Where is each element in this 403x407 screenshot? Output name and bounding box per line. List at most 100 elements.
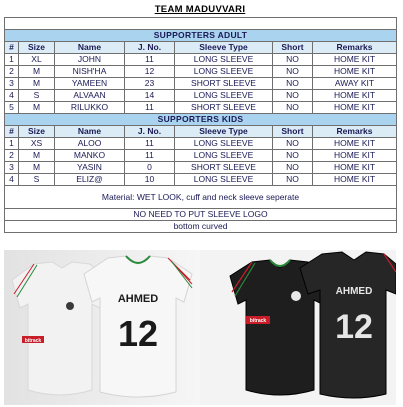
bottom-note: bottom curved — [3, 220, 398, 233]
jersey-mockup-image: bitrack AHMED 12 bitrack AHMED 12 — [4, 250, 396, 405]
cell-short: NO — [272, 65, 313, 78]
table-row: 4 S ELIZ@ 10 LONG SLEEVE NO HOME KIT — [4, 173, 398, 186]
cell-size: M — [18, 149, 55, 162]
column-header: Name — [54, 41, 125, 54]
cell-num: 2 — [4, 65, 19, 78]
cell-short: NO — [272, 53, 313, 66]
cell-remarks: HOME KIT — [311, 101, 398, 114]
cell-name: ELIZ@ — [54, 173, 125, 186]
table-row: 3 M YAMEEN 23 SHORT SLEEVE NO AWAY KIT — [4, 77, 398, 90]
cell-size: M — [18, 161, 55, 174]
cell-size: S — [18, 89, 55, 102]
cell-short: NO — [272, 161, 313, 174]
cell-sleeve: LONG SLEEVE — [174, 173, 273, 186]
cell-jno: 23 — [124, 77, 175, 90]
column-header-row: # Size Name J. No. Sleeve Type Short Remarks — [4, 125, 398, 138]
section-label: SUPPORTERS KIDS — [3, 113, 398, 126]
cell-num: 3 — [4, 161, 19, 174]
cell-name: ALVAAN — [54, 89, 125, 102]
cell-num: 1 — [4, 53, 19, 66]
column-header: Remarks — [311, 125, 398, 138]
cell-name: NISH'HA — [54, 65, 125, 78]
column-header: Size — [18, 41, 55, 54]
cell-jno: 12 — [124, 65, 175, 78]
cell-remarks: HOME KIT — [311, 149, 398, 162]
cell-remarks: HOME KIT — [311, 161, 398, 174]
order-table: SUPPORTERS ADULT # Size Name J. No. Sleeve T… — [3, 17, 398, 233]
material-note: Material: WET LOOK, cuff and neck sleeve… — [3, 185, 398, 209]
column-header: Size — [18, 125, 55, 138]
spacer-row — [3, 17, 398, 30]
cell-remarks: HOME KIT — [311, 65, 398, 78]
home-jersey-name: AHMED — [118, 293, 158, 305]
cell-jno: 14 — [124, 89, 175, 102]
column-header: Sleeve Type — [174, 125, 273, 138]
cell-sleeve: SHORT SLEEVE — [174, 101, 273, 114]
column-header: Remarks — [311, 41, 398, 54]
logo-note: NO NEED TO PUT SLEEVE LOGO — [3, 208, 398, 221]
column-header: Name — [54, 125, 125, 138]
cell-size: M — [18, 65, 55, 78]
cell-short: NO — [272, 173, 313, 186]
column-header: # — [4, 41, 19, 54]
home-jersey-front: AHMED 12 — [83, 255, 193, 398]
cell-jno: 11 — [124, 149, 175, 162]
section-kids: SUPPORTERS KIDS — [3, 113, 398, 126]
cell-jno: 11 — [124, 137, 175, 150]
column-header: Short — [272, 41, 313, 54]
home-back-sponsor: bitrack — [25, 338, 42, 344]
cell-sleeve: LONG SLEEVE — [174, 149, 273, 162]
cell-name: RILUKKO — [54, 101, 125, 114]
cell-sleeve: LONG SLEEVE — [174, 89, 273, 102]
section-adult: SUPPORTERS ADULT — [3, 29, 398, 42]
order-sheet: TEAM MADUVVARI SUPPORTERS ADULT # Size Nam… — [3, 0, 398, 233]
table-row: 2 M NISH'HA 12 LONG SLEEVE NO HOME KIT — [4, 65, 398, 78]
cell-size: XL — [18, 53, 55, 66]
column-header-row: # Size Name J. No. Sleeve Type Short Remarks — [4, 41, 398, 54]
cell-remarks: HOME KIT — [311, 137, 398, 150]
cell-jno: 0 — [124, 161, 175, 174]
cell-sleeve: LONG SLEEVE — [174, 53, 273, 66]
cell-jno: 11 — [124, 53, 175, 66]
cell-size: M — [18, 77, 55, 90]
cell-sleeve: LONG SLEEVE — [174, 137, 273, 150]
table-row: 4 S ALVAAN 14 LONG SLEEVE NO HOME KIT — [4, 89, 398, 102]
cell-short: NO — [272, 77, 313, 90]
cell-size: XS — [18, 137, 55, 150]
away-front-sponsor: bitrack — [250, 318, 267, 324]
sheet-title: TEAM MADUVVARI — [154, 4, 246, 15]
cell-sleeve: LONG SLEEVE — [174, 65, 273, 78]
away-jersey-name: AHMED — [336, 286, 373, 297]
cell-short: NO — [272, 149, 313, 162]
column-header: J. No. — [124, 41, 175, 54]
column-header: # — [4, 125, 19, 138]
bottom-note-text: bottom curved — [173, 221, 228, 232]
cell-name: YAMEEN — [54, 77, 125, 90]
table-row: 5 M RILUKKO 11 SHORT SLEEVE NO HOME KIT — [4, 101, 398, 114]
cell-num: 4 — [4, 173, 19, 186]
away-jersey-number: 12 — [335, 308, 373, 346]
cell-remarks: HOME KIT — [311, 173, 398, 186]
cell-name: MANKO — [54, 149, 125, 162]
cell-num: 4 — [4, 89, 19, 102]
table-row: 1 XS ALOO 11 LONG SLEEVE NO HOME KIT — [4, 137, 398, 150]
cell-sleeve: SHORT SLEEVE — [174, 77, 273, 90]
cell-num: 1 — [4, 137, 19, 150]
cell-remarks: HOME KIT — [311, 89, 398, 102]
cell-sleeve: SHORT SLEEVE — [174, 161, 273, 174]
cell-remarks: AWAY KIT — [311, 77, 398, 90]
cell-short: NO — [272, 89, 313, 102]
cell-name: YASIN — [54, 161, 125, 174]
table-row: 3 M YASIN 0 SHORT SLEEVE NO HOME KIT — [4, 161, 398, 174]
cell-short: NO — [272, 101, 313, 114]
cell-num: 2 — [4, 149, 19, 162]
cell-jno: 11 — [124, 101, 175, 114]
table-row: 2 M MANKO 11 LONG SLEEVE NO HOME KIT — [4, 149, 398, 162]
column-header: Short — [272, 125, 313, 138]
cell-size: M — [18, 101, 55, 114]
cell-num: 5 — [4, 101, 19, 114]
home-jersey-number: 12 — [118, 313, 158, 354]
column-header: Sleeve Type — [174, 41, 273, 54]
cell-name: JOHN — [54, 53, 125, 66]
cell-remarks: HOME KIT — [311, 53, 398, 66]
